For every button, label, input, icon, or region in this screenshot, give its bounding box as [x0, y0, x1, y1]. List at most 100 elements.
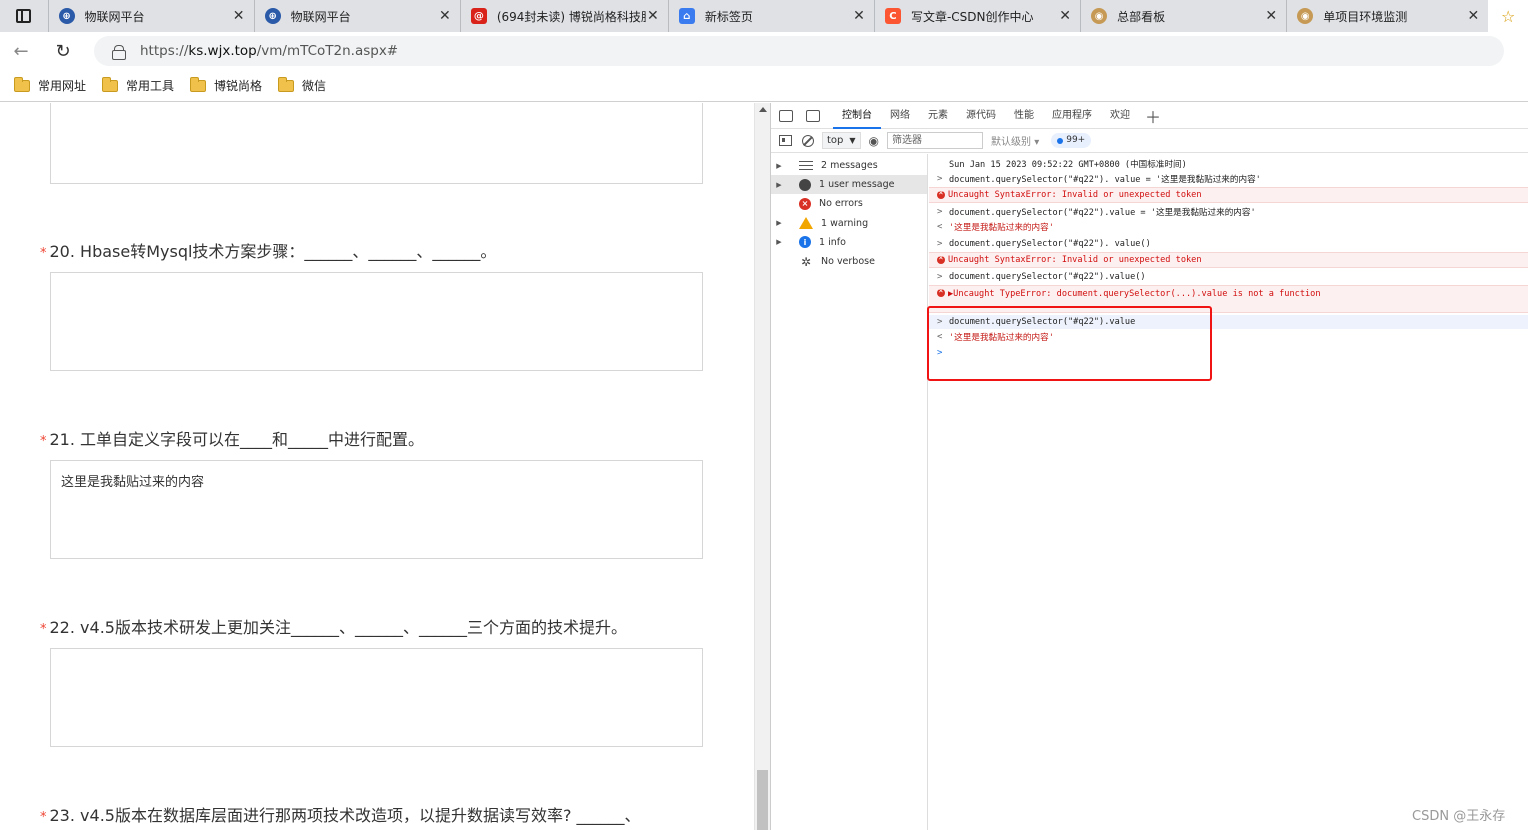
line-text: '这里是我黏贴过来的内容' — [949, 223, 1054, 233]
question-number: 22. — [49, 618, 75, 637]
clear-console-icon[interactable] — [802, 134, 814, 147]
tab-welcome[interactable]: 欢迎 — [1101, 103, 1139, 129]
new-tab-icon: ⌂ — [678, 8, 695, 24]
sidebar-item-verbose[interactable]: ✲ No verbose — [771, 252, 927, 271]
bookmark-folder[interactable]: 常用网址 — [14, 76, 86, 94]
filter-input[interactable]: 筛选器 — [887, 132, 984, 149]
browser-tab[interactable]: ◉ 单项目环境监测 ✕ — [1286, 0, 1488, 32]
browser-tab[interactable]: C 写文章-CSDN创作中心 ✕ — [873, 0, 1080, 32]
close-icon[interactable]: ✕ — [232, 8, 246, 24]
close-icon[interactable]: ✕ — [438, 8, 452, 24]
reload-button[interactable]: ↻ — [42, 41, 84, 62]
browser-tab[interactable]: ⊕ 物联网平台 ✕ — [47, 0, 254, 32]
bookmark-folder[interactable]: 博锐尚格 — [190, 76, 262, 94]
sidebar-toggle-icon[interactable] — [779, 135, 792, 146]
page-scrollbar[interactable] — [754, 103, 770, 830]
line-text: document.querySelector("#q22"). value() — [949, 239, 1151, 249]
input-prompt: > — [937, 174, 943, 184]
close-icon[interactable]: ✕ — [646, 8, 660, 24]
tab-elements[interactable]: 元素 — [919, 103, 957, 129]
context-value: top — [827, 135, 844, 146]
device-toolbar-icon[interactable] — [806, 109, 820, 122]
folder-icon — [278, 76, 295, 92]
issues-badge[interactable]: 99+ — [1051, 133, 1092, 148]
bookmark-folder[interactable]: 常用工具 — [102, 76, 175, 94]
more-tabs-plus-icon[interactable]: ＋ — [1145, 104, 1161, 128]
scroll-up-icon[interactable] — [759, 107, 767, 112]
url-scheme: https:// — [140, 43, 189, 59]
lock-icon — [112, 44, 126, 60]
required-mark: * — [40, 622, 47, 637]
tab-title: 物联网平台 — [84, 9, 145, 24]
sidebar-label: No errors — [819, 198, 863, 210]
tab-application[interactable]: 应用程序 — [1043, 103, 1101, 129]
console-filter-bar: top ▼ ◉ 筛选器 默认级别 ▾ 99+ — [771, 129, 1528, 153]
input-prompt: > — [937, 207, 943, 217]
sidebar-item-info[interactable]: ▶ i 1 info — [771, 233, 927, 252]
levels-label: 默认级别 — [991, 137, 1032, 148]
sidebar-item-warnings[interactable]: ▶ 1 warning — [771, 214, 927, 233]
close-icon[interactable]: ✕ — [1466, 8, 1480, 24]
line-text: Sun Jan 15 2023 09:52:22 GMT+0800 (中国标准时… — [949, 160, 1187, 170]
required-mark: * — [40, 434, 47, 449]
browser-tab[interactable]: ⊕ 物联网平台 ✕ — [253, 0, 460, 32]
tab-sources[interactable]: 源代码 — [957, 103, 1005, 129]
result-prompt: < — [937, 222, 943, 232]
favorite-star-icon[interactable]: ☆ — [1488, 0, 1528, 32]
console-input-line[interactable]: > document.querySelector("#q22"). value =… — [929, 172, 1528, 186]
sidebar-item-messages[interactable]: ▶ 2 messages — [771, 156, 927, 175]
question-number: 23. — [49, 806, 75, 825]
address-bar[interactable]: https://ks.wjx.top/vm/mTCoT2n.aspx# — [94, 36, 1504, 66]
question-20: * 20. Hbase转Mysql技术方案步骤：______、______、___… — [40, 238, 496, 262]
scroll-thumb[interactable] — [757, 770, 768, 830]
close-icon[interactable]: ✕ — [1264, 8, 1278, 24]
tab-console[interactable]: 控制台 — [833, 103, 881, 129]
sidebar-item-user-messages[interactable]: ▶ 1 user message — [771, 175, 927, 195]
required-mark: * — [40, 246, 47, 261]
tab-performance[interactable]: 性能 — [1005, 103, 1043, 129]
highlight-annotation-box — [927, 306, 1212, 381]
platform-globe-icon: ⊕ — [58, 8, 75, 24]
bug-icon: ✲ — [800, 254, 812, 269]
close-icon[interactable]: ✕ — [1058, 8, 1072, 24]
close-icon[interactable]: ✕ — [852, 8, 866, 24]
console-result-line: < '这里是我黏贴过来的内容' — [929, 220, 1528, 234]
bookmark-label: 常用工具 — [126, 79, 175, 93]
console-log-line: Sun Jan 15 2023 09:52:22 GMT+0800 (中国标准时… — [929, 157, 1528, 171]
browser-tab[interactable]: ⌂ 新标签页 ✕ — [667, 0, 874, 32]
question-text: Hbase转Mysql技术方案步骤：______、______、______。 — [80, 242, 497, 261]
console-sidebar: ▶ 2 messages ▶ 1 user message × No errors ▶… — [771, 154, 928, 830]
expand-arrow-icon: ▶ — [776, 180, 782, 189]
log-levels-select[interactable]: 默认级别 ▾ — [991, 133, 1039, 148]
line-text: ▶Uncaught TypeError: document.querySelec… — [948, 289, 1321, 299]
answer-textarea[interactable] — [50, 103, 703, 184]
context-select[interactable]: top ▼ — [822, 132, 861, 149]
bookmark-folder[interactable]: 微信 — [278, 76, 326, 94]
devtools-body: ▶ 2 messages ▶ 1 user message × No errors ▶… — [771, 154, 1528, 830]
eye-icon[interactable]: ◉ — [869, 134, 879, 148]
error-icon — [937, 286, 945, 297]
console-input-line[interactable]: > document.querySelector("#q22"). value() — [929, 237, 1528, 251]
tab-title: 总部看板 — [1117, 9, 1166, 24]
chevron-down-icon: ▼ — [849, 136, 856, 145]
tab-actions-button[interactable] — [0, 0, 48, 32]
tab-title: 物联网平台 — [290, 9, 351, 24]
console-input-line[interactable]: > document.querySelector("#q22").value = … — [929, 205, 1528, 219]
line-text: document.querySelector("#q22").value() — [949, 272, 1146, 282]
browser-tab[interactable]: ◉ 总部看板 ✕ — [1080, 0, 1286, 32]
answer-textarea-q20[interactable] — [50, 272, 703, 371]
line-text: Uncaught SyntaxError: Invalid or unexpec… — [948, 190, 1202, 200]
sidebar-item-errors[interactable]: × No errors — [771, 194, 927, 213]
back-button[interactable]: ← — [0, 41, 42, 62]
tab-actions-icon — [16, 9, 32, 23]
answer-textarea-q21[interactable]: 这里是我黏贴过来的内容 — [50, 460, 703, 559]
tab-network[interactable]: 网络 — [881, 103, 919, 129]
answer-textarea-q22[interactable] — [50, 648, 703, 747]
inspect-icon[interactable] — [779, 109, 793, 122]
question-22: * 22. v4.5版本技术研发上更加关注______、______、______… — [40, 614, 627, 638]
error-icon — [937, 188, 945, 199]
issues-count: 99+ — [1066, 135, 1086, 145]
tab-title: 单项目环境监测 — [1323, 9, 1408, 24]
console-input-line[interactable]: > document.querySelector("#q22").value() — [929, 270, 1528, 284]
browser-tab[interactable]: @ (694封未读) 博锐尚格科技股 ✕ — [459, 0, 668, 32]
